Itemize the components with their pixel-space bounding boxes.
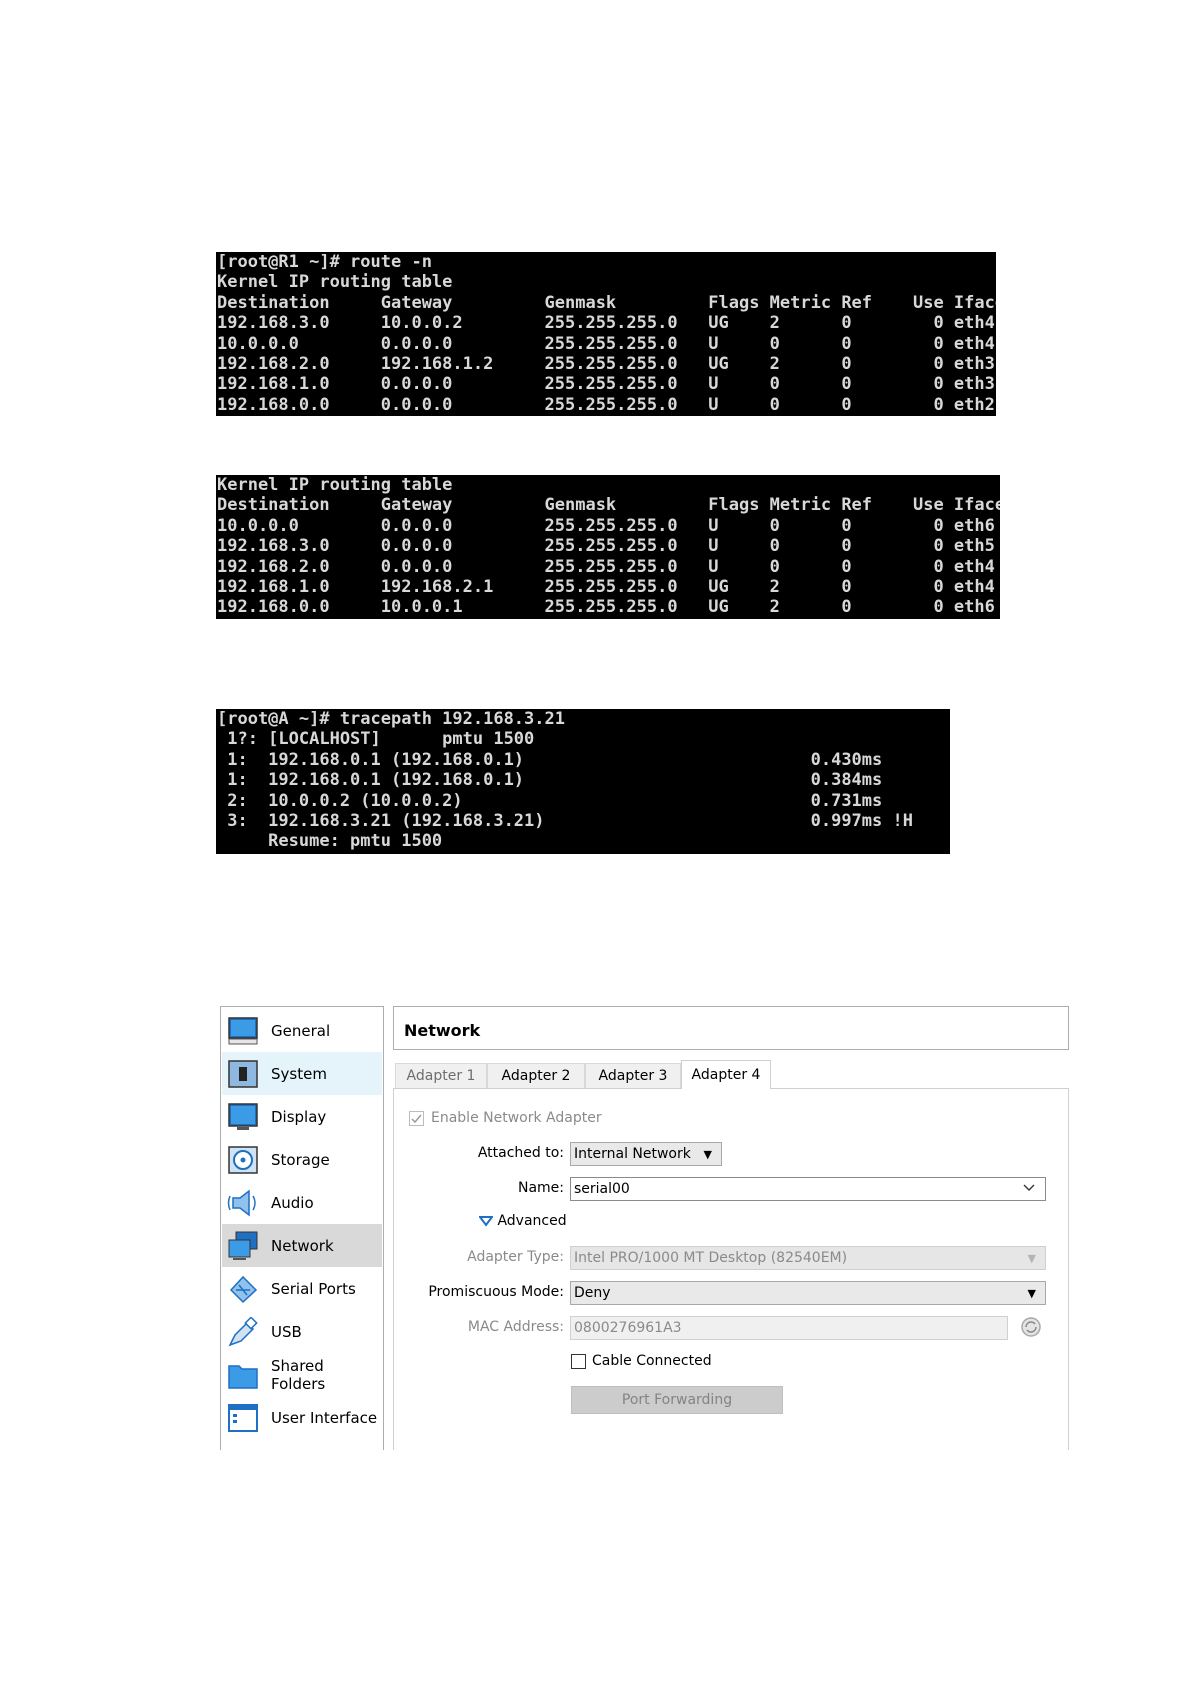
serial-port-icon: [227, 1274, 259, 1304]
display-icon: [227, 1102, 259, 1132]
triangle-down-icon: [478, 1216, 494, 1227]
sidebar-item-label: Network: [271, 1236, 334, 1255]
sidebar-item-label: User Interface: [271, 1408, 378, 1427]
mac-address-label: MAC Address:: [467, 1319, 564, 1335]
folder-icon: [227, 1360, 259, 1390]
port-forwarding-button[interactable]: Port Forwarding: [571, 1386, 783, 1414]
terminal-line: 2: 10.0.0.2 (10.0.0.2) 0.731ms: [217, 790, 883, 811]
enable-adapter-label: Enable Network Adapter: [431, 1110, 602, 1126]
tab-adapter-1[interactable]: Adapter 1: [395, 1063, 487, 1088]
enable-adapter-checkbox[interactable]: [409, 1111, 424, 1126]
tab-adapter-2[interactable]: Adapter 2: [487, 1063, 585, 1088]
cable-connected-label: Cable Connected: [592, 1353, 712, 1369]
speaker-icon: [227, 1188, 259, 1218]
terminal-line: 192.168.1.0 0.0.0.0 255.255.255.0 U 0 0 …: [217, 374, 995, 395]
attached-to-label: Attached to:: [477, 1145, 564, 1161]
terminal-line: 192.168.2.0 192.168.1.2 255.255.255.0 UG…: [217, 353, 995, 374]
terminal-line: 192.168.0.0 0.0.0.0 255.255.255.0 U 0 0 …: [217, 394, 995, 415]
cable-connected-checkbox[interactable]: [571, 1354, 586, 1369]
sidebar-item-user-interface[interactable]: User Interface: [222, 1396, 382, 1439]
settings-sidebar: General System Display Storage Audio Net…: [220, 1006, 384, 1450]
terminal-line: 3: 192.168.3.21 (192.168.3.21) 0.997ms !…: [217, 810, 913, 831]
sidebar-item-general[interactable]: General: [222, 1009, 382, 1052]
terminal-line: 192.168.2.0 0.0.0.0 255.255.255.0 U 0 0 …: [217, 556, 995, 577]
sidebar-item-usb[interactable]: USB: [222, 1310, 382, 1353]
terminal-line: [root@A ~]# tracepath 192.168.3.21: [217, 709, 565, 729]
sidebar-item-label: Shared Folders: [271, 1356, 326, 1393]
caret-down-icon: ▼: [703, 1148, 712, 1161]
terminal-line: 10.0.0.0 0.0.0.0 255.255.255.0 U 0 0 0 e…: [217, 333, 995, 354]
sidebar-item-network[interactable]: Network: [222, 1224, 382, 1267]
caret-down-icon: ▼: [1027, 1287, 1036, 1300]
window-icon: [227, 1403, 259, 1433]
terminal-line: Resume: pmtu 1500: [217, 831, 443, 852]
sidebar-item-label: Audio: [271, 1193, 314, 1212]
terminal-line: Destination Gateway Genmask Flags Metric…: [217, 292, 996, 313]
terminal-tracepath: [root@A ~]# tracepath 192.168.3.21 1?: […: [216, 709, 950, 854]
monitor-icon: [227, 1016, 259, 1046]
caret-down-icon: ▼: [1027, 1252, 1036, 1265]
terminal-line: 192.168.1.0 192.168.2.1 255.255.255.0 UG…: [217, 576, 995, 597]
terminal-route-table-2: Kernel IP routing table Destination Gatew…: [216, 475, 1000, 619]
name-label: Name:: [517, 1180, 564, 1196]
sidebar-item-display[interactable]: Display: [222, 1095, 382, 1138]
page-title: Network: [393, 1006, 1069, 1050]
sidebar-item-system[interactable]: System: [222, 1052, 382, 1095]
sidebar-item-label: General: [271, 1021, 331, 1040]
terminal-line: 192.168.3.0 10.0.0.2 255.255.255.0 UG 2 …: [217, 313, 995, 334]
terminal-line: Kernel IP routing table: [217, 475, 453, 495]
sidebar-item-label: Storage: [271, 1150, 330, 1169]
promiscuous-mode-label: Promiscuous Mode:: [428, 1284, 564, 1300]
chevron-down-icon: [1022, 1180, 1036, 1197]
chip-icon: [227, 1059, 259, 1089]
name-combo[interactable]: serial00: [570, 1177, 1046, 1201]
sidebar-item-storage[interactable]: Storage: [222, 1138, 382, 1181]
promiscuous-mode-select[interactable]: Deny ▼: [570, 1281, 1046, 1305]
terminal-line: 1: 192.168.0.1 (192.168.0.1) 0.430ms: [217, 749, 883, 770]
sidebar-item-label: Serial Ports: [271, 1279, 356, 1298]
network-icon: [227, 1231, 259, 1261]
attached-to-select[interactable]: Internal Network ▼: [570, 1142, 722, 1166]
adapter-settings-body: Enable Network Adapter Attached to: Inte…: [393, 1088, 1069, 1450]
mac-address-field[interactable]: 0800276961A3: [570, 1316, 1008, 1340]
terminal-line: Destination Gateway Genmask Flags Metric…: [217, 495, 1000, 516]
terminal-route-r1: [root@R1 ~]# route -n Kernel IP routing t…: [216, 252, 996, 416]
terminal-line: 1: 192.168.0.1 (192.168.0.1) 0.384ms: [217, 770, 883, 791]
terminal-line: 192.168.0.0 10.0.0.1 255.255.255.0 UG 2 …: [217, 597, 995, 618]
usb-icon: [227, 1315, 259, 1347]
virtualbox-settings-dialog: General System Display Storage Audio Net…: [218, 1000, 1078, 1450]
adapter-type-select[interactable]: Intel PRO/1000 MT Desktop (82540EM) ▼: [570, 1246, 1046, 1270]
adapter-type-label: Adapter Type:: [467, 1249, 564, 1265]
tab-adapter-3[interactable]: Adapter 3: [585, 1063, 681, 1088]
sidebar-item-shared-folders[interactable]: Shared Folders: [222, 1353, 382, 1396]
advanced-toggle[interactable]: Advanced: [478, 1213, 567, 1229]
sidebar-item-label: USB: [271, 1322, 302, 1341]
terminal-line: Kernel IP routing table: [217, 272, 453, 293]
sidebar-item-audio[interactable]: Audio: [222, 1181, 382, 1224]
refresh-mac-icon[interactable]: [1020, 1316, 1042, 1342]
terminal-line: 10.0.0.0 0.0.0.0 255.255.255.0 U 0 0 0 e…: [217, 515, 995, 536]
terminal-line: [root@R1 ~]# route -n: [217, 252, 432, 272]
sidebar-item-label: Display: [271, 1107, 327, 1126]
tab-adapter-4[interactable]: Adapter 4: [681, 1060, 771, 1089]
terminal-line: 192.168.3.0 0.0.0.0 255.255.255.0 U 0 0 …: [217, 536, 995, 557]
terminal-line: 1?: [LOCALHOST] pmtu 1500: [217, 729, 535, 750]
sidebar-item-label: System: [271, 1064, 327, 1083]
disc-icon: [227, 1145, 259, 1175]
sidebar-item-serial-ports[interactable]: Serial Ports: [222, 1267, 382, 1310]
